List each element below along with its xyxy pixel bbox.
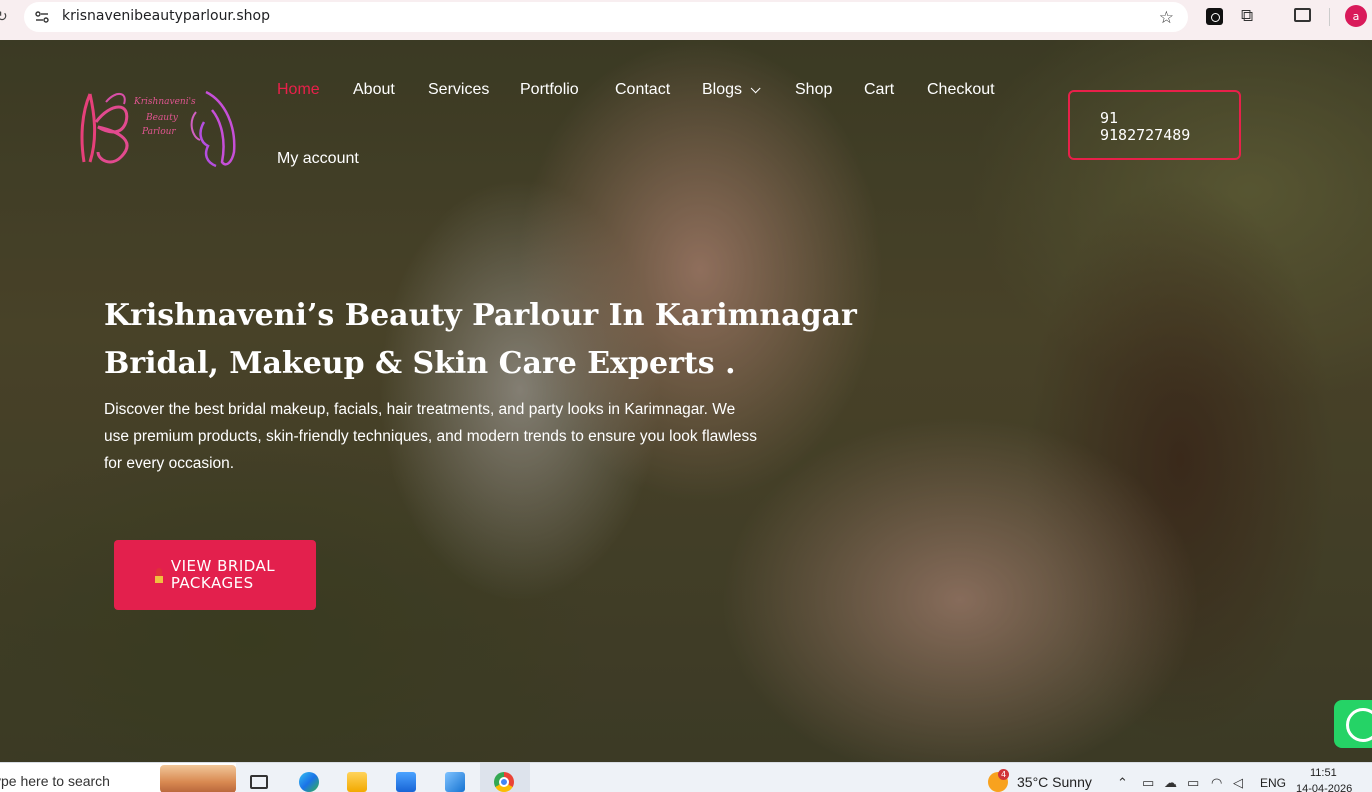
cta-label-line1: VIEW BRIDAL: [170, 557, 276, 575]
hero-title-line1: Krishnaveni’s Beauty Parlour In Karimnag…: [104, 298, 857, 333]
file-explorer-icon[interactable]: [347, 772, 367, 792]
profile-avatar[interactable]: a: [1345, 5, 1367, 27]
whatsapp-icon[interactable]: [1334, 700, 1372, 748]
taskbar-search-placeholder: ype here to search: [0, 773, 110, 789]
svg-text:Beauty: Beauty: [145, 113, 179, 123]
phone-number: 9182727489: [1100, 126, 1191, 144]
microsoft-store-icon[interactable]: [396, 772, 416, 792]
chrome-icon[interactable]: [494, 772, 514, 792]
browser-toolbar: ↻ krisnavenibeautyparlour.shop ☆ ⧉ a: [0, 0, 1372, 40]
clock-date[interactable]: 14-04-2026: [1296, 783, 1352, 792]
language-indicator[interactable]: ENG: [1260, 776, 1286, 790]
site-logo[interactable]: Krishnaveni's Beauty Parlour: [76, 82, 242, 172]
onedrive-icon[interactable]: ☁: [1164, 776, 1177, 791]
lipstick-icon: [154, 567, 163, 583]
nav-my-account[interactable]: My account: [277, 150, 359, 168]
clock-time[interactable]: 11:51: [1310, 767, 1337, 779]
tab-search-icon[interactable]: [1294, 8, 1311, 22]
chevron-up-icon[interactable]: ⌃: [1117, 776, 1128, 791]
view-bridal-packages-button[interactable]: VIEW BRIDAL PACKAGES: [114, 540, 316, 610]
nav-services[interactable]: Services: [428, 81, 489, 99]
edge-icon[interactable]: [299, 772, 319, 792]
nav-blogs-label: Blogs: [702, 81, 743, 98]
phone-button[interactable]: 91 9182727489: [1068, 90, 1241, 160]
battery-icon[interactable]: ▭: [1187, 776, 1199, 791]
meet-icon[interactable]: ▭: [1142, 776, 1154, 791]
nav-home[interactable]: Home: [277, 81, 320, 99]
cta-label-line2: PACKAGES: [170, 574, 254, 592]
nav-portfolio[interactable]: Portfolio: [520, 81, 579, 99]
hero-section: Krishnaveni's Beauty Parlour Home About …: [0, 40, 1372, 762]
address-bar[interactable]: krisnavenibeautyparlour.shop ☆: [24, 2, 1188, 32]
hero-title-line2: Bridal, Makeup & Skin Care Experts .: [104, 346, 736, 381]
wifi-icon[interactable]: ◠: [1211, 776, 1222, 791]
reload-icon[interactable]: ↻: [0, 9, 10, 29]
nav-shop[interactable]: Shop: [795, 81, 832, 99]
weather-badge: 4: [998, 769, 1009, 780]
nav-cart[interactable]: Cart: [864, 81, 894, 99]
phone-country-code: 91: [1100, 109, 1119, 127]
svg-text:Krishnaveni's: Krishnaveni's: [133, 97, 196, 107]
bookmark-star-icon[interactable]: ☆: [1159, 8, 1174, 28]
outlook-icon[interactable]: [445, 772, 465, 792]
task-view-icon[interactable]: [250, 775, 268, 789]
hero-description: Discover the best bridal makeup, facials…: [104, 401, 758, 472]
extension-icon[interactable]: [1206, 8, 1223, 25]
nav-contact[interactable]: Contact: [615, 81, 670, 99]
hero-title: Krishnaveni’s Beauty Parlour In Karimnag…: [104, 292, 857, 388]
weather-text[interactable]: 35°C Sunny: [1017, 774, 1092, 790]
site-info-icon[interactable]: [34, 9, 50, 25]
toolbar-divider: [1329, 8, 1330, 26]
nav-checkout[interactable]: Checkout: [927, 81, 995, 99]
volume-icon[interactable]: ◁: [1233, 776, 1243, 791]
extensions-puzzle-icon[interactable]: ⧉: [1241, 6, 1253, 26]
cta-label: VIEW BRIDAL PACKAGES: [171, 558, 275, 592]
nav-blogs[interactable]: Blogs: [702, 81, 761, 99]
search-highlight-image: [160, 765, 236, 792]
taskbar-search[interactable]: ype here to search: [0, 763, 236, 792]
svg-text:Parlour: Parlour: [141, 127, 176, 137]
taskbar: ype here to search 4 35°C Sunny ⌃ ▭ ☁ ▭ …: [0, 762, 1372, 792]
nav-about[interactable]: About: [353, 81, 395, 99]
url-text[interactable]: krisnavenibeautyparlour.shop: [62, 8, 270, 24]
